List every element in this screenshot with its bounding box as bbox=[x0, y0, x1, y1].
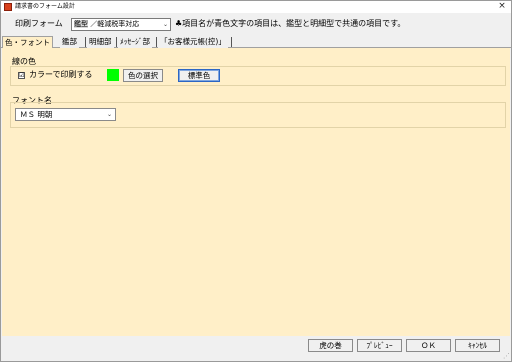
line-color-group: ☑ カラーで印刷する 色の選択 標準色 bbox=[10, 66, 506, 86]
line-color-swatch bbox=[107, 69, 119, 81]
tab-separator bbox=[116, 37, 117, 47]
choose-color-button[interactable]: 色の選択 bbox=[123, 69, 163, 82]
form-type-value: 鑑型 bbox=[74, 20, 88, 28]
app-icon bbox=[4, 3, 12, 11]
form-type-value-rest: ／軽減税率対応 bbox=[88, 20, 140, 28]
title-bar: 請求書のフォーム設計 × bbox=[1, 1, 511, 13]
color-print-checkbox[interactable]: ☑ bbox=[18, 72, 25, 79]
font-name-select[interactable]: ＭＳ 明朝 ⌄ bbox=[15, 108, 116, 121]
tab-message-part[interactable]: ﾒｯｾｰｼﾞ部 bbox=[118, 36, 152, 48]
common-items-note: ♣項目名が青色文字の項目は、鑑型と明細型で共通の項目です。 bbox=[175, 19, 406, 28]
toolbar: 印刷フォーム 鑑型 ／軽減税率対応 ⌄ ♣項目名が青色文字の項目は、鑑型と明細型… bbox=[1, 13, 511, 35]
dialog-window: 請求書のフォーム設計 × 印刷フォーム 鑑型 ／軽減税率対応 ⌄ ♣項目名が青色… bbox=[0, 0, 512, 362]
tab-header-part[interactable]: 鑑部 bbox=[60, 36, 79, 48]
form-type-select[interactable]: 鑑型 ／軽減税率対応 ⌄ bbox=[71, 18, 171, 31]
dialog-footer: 虎の巻 ﾌﾟﾚﾋﾞｭｰ ＯＫ ｷｬﾝｾﾙ ⋰ bbox=[1, 336, 511, 361]
resize-grip-icon[interactable]: ⋰ bbox=[502, 352, 510, 360]
form-label: 印刷フォーム bbox=[15, 19, 63, 28]
color-font-panel: 線の色 ☑ カラーで印刷する 色の選択 標準色 フォント名 ＭＳ 明朝 ⌄ bbox=[2, 48, 510, 336]
color-print-label: カラーで印刷する bbox=[29, 70, 93, 79]
chevron-down-icon: ⌄ bbox=[106, 111, 112, 118]
tips-button[interactable]: 虎の巻 bbox=[308, 339, 353, 352]
window-title: 請求書のフォーム設計 bbox=[15, 3, 75, 10]
close-button[interactable]: × bbox=[496, 1, 508, 12]
tab-separator bbox=[231, 37, 232, 47]
chevron-down-icon: ⌄ bbox=[162, 21, 168, 28]
preview-button[interactable]: ﾌﾟﾚﾋﾞｭｰ bbox=[357, 339, 402, 352]
cancel-button[interactable]: ｷｬﾝｾﾙ bbox=[455, 339, 500, 352]
tab-detail-part[interactable]: 明細部 bbox=[87, 36, 114, 48]
tab-customer-ledger[interactable]: 「お客様元帳(控)」 bbox=[158, 36, 228, 48]
tab-bar: 色・フォント 鑑部 明細部 ﾒｯｾｰｼﾞ部 「お客様元帳(控)」 bbox=[1, 36, 511, 49]
ok-button[interactable]: ＯＫ bbox=[406, 339, 451, 352]
font-name-value: ＭＳ 明朝 bbox=[20, 110, 53, 119]
tab-separator bbox=[85, 37, 86, 47]
standard-color-button[interactable]: 標準色 bbox=[178, 69, 220, 82]
tab-separator bbox=[156, 37, 157, 47]
